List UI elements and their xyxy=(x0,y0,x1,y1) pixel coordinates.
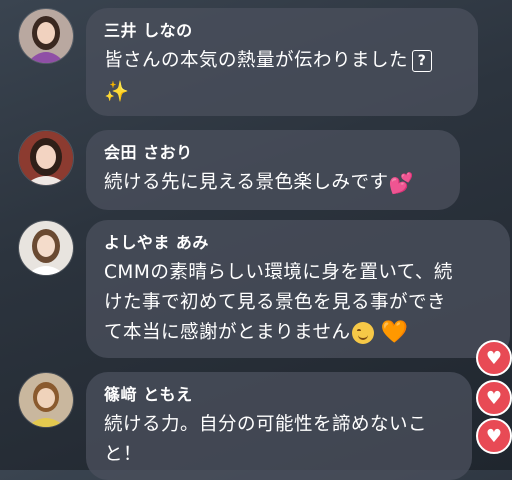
comment-line: CMMの素晴らしい環境に身を置いて、続 xyxy=(104,262,453,283)
sparkles-icon: ✨ xyxy=(104,79,130,103)
smiling-face-icon xyxy=(352,322,375,344)
comment-bubble: 三井 しなの 皆さんの本気の熱量が伝わりました? ✨ xyxy=(86,8,478,116)
heart-reaction-icon: ♥ xyxy=(476,340,512,376)
comment-bubble: よしやま あみ CMMの素晴らしい環境に身を置いて、続 けた事で初めて見る景色を… xyxy=(86,220,510,358)
comment-line: て本当に感謝がとまりません xyxy=(104,322,351,343)
two-hearts-icon: 💕 xyxy=(388,171,414,195)
comment-text: 皆さんの本気の熱量が伝わりました? ✨ xyxy=(104,46,460,106)
commenter-name: 篠﨑 ともえ xyxy=(104,385,193,404)
unknown-glyph-icon: ? xyxy=(412,50,433,72)
comment-line: と！ xyxy=(104,444,143,465)
commenter-name: 三井 しなの xyxy=(104,21,193,40)
avatar[interactable] xyxy=(18,220,74,276)
comment-text: 続ける先に見える景色楽しみです💕 xyxy=(104,168,442,198)
commenter-name: 会田 さおり xyxy=(104,143,193,162)
heart-reaction-icon: ♥ xyxy=(476,380,512,416)
comment-line: けた事で初めて見る景色を見る事ができ xyxy=(104,292,447,313)
comment-text: 続ける力。自分の可能性を諦めないこ と！ xyxy=(104,410,454,470)
avatar[interactable] xyxy=(18,130,74,186)
comment-line: 続ける先に見える景色楽しみです xyxy=(104,172,389,193)
orange-heart-icon: 🧡 xyxy=(380,320,409,345)
comment-text: CMMの素晴らしい環境に身を置いて、続 けた事で初めて見る景色を見る事ができ て… xyxy=(104,258,492,348)
comment-bubble: 篠﨑 ともえ 続ける力。自分の可能性を諦めないこ と！ xyxy=(86,372,472,480)
comment-line: 続ける力。自分の可能性を諦めないこ xyxy=(104,414,428,435)
commenter-name: よしやま あみ xyxy=(104,233,209,252)
avatar[interactable] xyxy=(18,372,74,428)
avatar[interactable] xyxy=(18,8,74,64)
heart-reaction-icon: ♥ xyxy=(476,418,512,454)
comment-line: 皆さんの本気の熱量が伝わりました xyxy=(104,50,409,71)
comment-bubble: 会田 さおり 続ける先に見える景色楽しみです💕 xyxy=(86,130,460,210)
